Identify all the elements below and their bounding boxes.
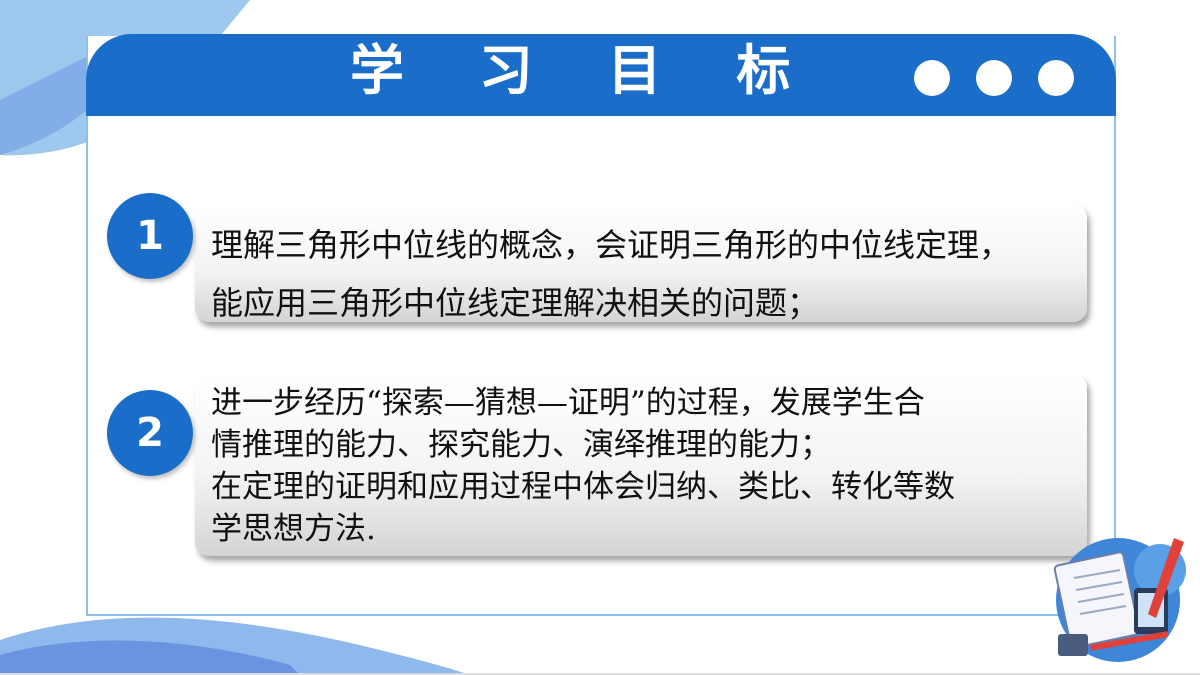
objective-card-2: 进一步经历“探索—猜想—证明”的过程，发展学生合 情推理的能力、探究能力、演绎推… <box>195 374 1087 556</box>
dot-icon <box>914 60 950 96</box>
objective-number-badge-1: 1 <box>107 193 193 279</box>
page-title: 学 习 目 标 <box>350 39 819 102</box>
slide: 学 习 目 标 理解三角形中位线的概念，会证明三角形的中位线定理， 能应用三角形… <box>0 0 1200 675</box>
objective-text-line: 学思想方法. <box>211 511 376 547</box>
objective-number-badge-2: 2 <box>107 390 193 476</box>
dot-icon <box>1038 60 1074 96</box>
objective-text-line: 进一步经历“探索—猜想—证明”的过程，发展学生合 <box>211 385 925 421</box>
objective-text-line: 在定理的证明和应用过程中体会归纳、类比、转化等数 <box>211 469 955 505</box>
calculator-icon <box>1058 634 1088 656</box>
objective-text-line: 理解三角形中位线的概念，会证明三角形的中位线定理， <box>211 226 1012 264</box>
objective-text-line: 情推理的能力、探究能力、演绎推理的能力； <box>211 427 831 463</box>
objective-text-line: 能应用三角形中位线定理解决相关的问题； <box>211 284 820 322</box>
math-notebook-illustration <box>1053 538 1186 662</box>
dot-icon <box>976 60 1012 96</box>
objective-card-1: 理解三角形中位线的概念，会证明三角形的中位线定理， 能应用三角形中位线定理解决相… <box>195 204 1087 322</box>
